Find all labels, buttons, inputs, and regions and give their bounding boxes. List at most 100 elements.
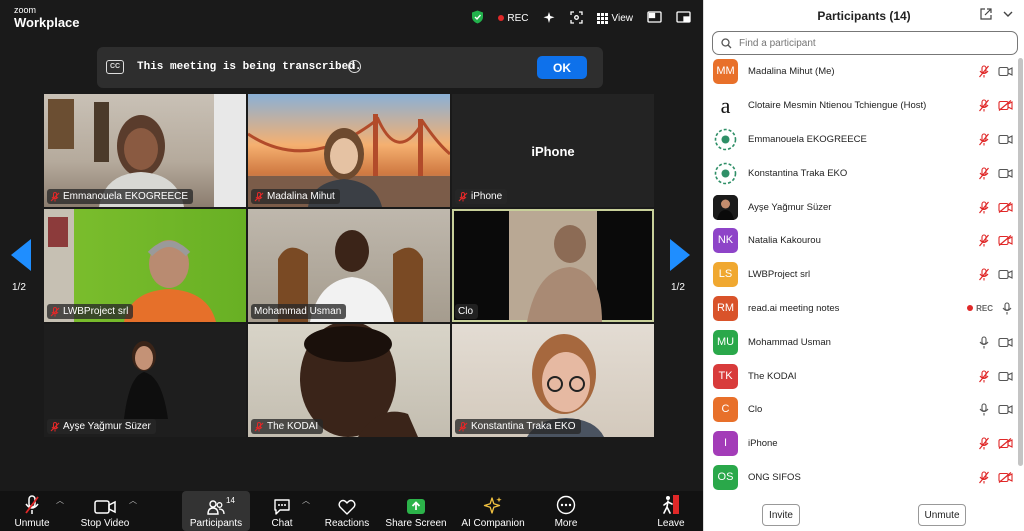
participant-list-scrollbar[interactable]: [1018, 58, 1023, 466]
top-bar: zoom Workplace REC View: [0, 0, 703, 38]
logo-bottom: Workplace: [14, 15, 80, 30]
participant-row[interactable]: Ayşe Yağmur Süzer: [704, 190, 1017, 224]
participant-row[interactable]: TK The KODAI: [704, 359, 1017, 393]
participant-status-icons: [978, 268, 1013, 281]
leave-button[interactable]: Leave: [654, 491, 688, 531]
video-off-icon: [998, 100, 1013, 112]
tile-name: Clo: [458, 306, 474, 317]
video-tile[interactable]: Emmanouela EKOGREECE: [44, 94, 246, 207]
participant-row[interactable]: MU Mohammad Usman: [704, 325, 1017, 359]
video-tile[interactable]: Mohammad Usman: [248, 209, 450, 322]
sparkle-icon[interactable]: [543, 11, 556, 27]
participant-row[interactable]: Emmanouela EKOGREECE: [704, 123, 1017, 157]
video-tile[interactable]: The KODAI: [248, 324, 450, 437]
participant-avatar: C: [713, 397, 738, 423]
participant-status-icons: [978, 336, 1013, 349]
chat-options-chevron-icon[interactable]: ︿: [300, 491, 312, 505]
tile-name: Madalina Mihut: [267, 191, 335, 202]
participant-name: Ayşe Yağmur Süzer: [748, 201, 832, 213]
tile-name-badge: iPhone: [455, 189, 508, 204]
participant-status-icons: [978, 234, 1013, 247]
participant-avatar: [713, 160, 738, 186]
minimize-window-icon[interactable]: [676, 11, 691, 26]
participant-row[interactable]: a Clotaire Mesmin Ntienou Tchiengue (Host…: [704, 89, 1017, 123]
video-tile[interactable]: Ayşe Yağmur Süzer: [44, 324, 246, 437]
tile-name-badge: The KODAI: [251, 419, 324, 434]
video-tile-active-speaker[interactable]: Clo: [452, 209, 654, 322]
next-page-arrow-icon[interactable]: [669, 238, 691, 272]
participant-status-icons: [978, 99, 1013, 112]
participant-avatar: MM: [713, 59, 738, 85]
chevron-down-icon[interactable]: [1002, 7, 1014, 25]
reactions-button[interactable]: Reactions: [322, 491, 372, 531]
rec-label: REC: [507, 13, 529, 24]
participant-search-input[interactable]: [739, 37, 999, 49]
rec-dot-icon: [498, 15, 505, 22]
participant-name: Konstantina Traka EKO: [748, 167, 848, 179]
muted-mic-icon: [979, 65, 989, 78]
video-camera-icon: [998, 405, 1013, 415]
unmute-button[interactable]: Unmute: [8, 491, 56, 531]
rec-label: REC: [976, 303, 993, 313]
muted-mic-icon: [254, 421, 264, 431]
muted-mic-icon: [50, 306, 60, 316]
unmute-all-button[interactable]: Unmute: [918, 504, 966, 526]
leave-door-icon: [663, 495, 679, 514]
video-options-chevron-icon[interactable]: ︿: [127, 491, 139, 505]
transcription-banner: CC This meeting is being transcribed. i …: [97, 47, 603, 88]
participant-avatar: I: [713, 431, 738, 457]
participant-status-icons: [978, 471, 1013, 484]
participant-row[interactable]: NK Natalia Kakourou: [704, 224, 1017, 258]
video-tile[interactable]: Konstantina Traka EKO: [452, 324, 654, 437]
chat-button[interactable]: Chat: [262, 491, 302, 531]
ai-companion-button[interactable]: AI Companion: [460, 491, 526, 531]
participants-button[interactable]: 14 Participants: [182, 491, 250, 531]
participant-row[interactable]: LS LWBProject srl: [704, 258, 1017, 292]
recording-indicator[interactable]: REC: [498, 13, 529, 24]
video-off-icon: [998, 438, 1013, 450]
participant-name: iPhone: [748, 438, 778, 450]
view-button[interactable]: View: [596, 13, 633, 24]
share-screen-button[interactable]: Share Screen: [384, 491, 448, 531]
participant-avatar: NK: [713, 228, 738, 254]
chat-bubble-icon: [274, 499, 290, 515]
video-off-icon: [998, 235, 1013, 247]
video-tile[interactable]: Madalina Mihut: [248, 94, 450, 207]
participant-name: Natalia Kakourou: [748, 235, 821, 247]
stop-video-label: Stop Video: [80, 518, 130, 529]
participant-row[interactable]: IiPhone: [704, 427, 1017, 461]
video-tile[interactable]: LWBProject srl: [44, 209, 246, 322]
participant-row[interactable]: OS ONG SIFOS: [704, 461, 1017, 495]
mic-icon: [979, 403, 989, 416]
share-screen-icon: [407, 499, 425, 514]
info-icon[interactable]: i: [348, 60, 361, 73]
video-tile[interactable]: iPhone iPhone: [452, 94, 654, 207]
grid-icon: [596, 13, 608, 24]
previous-page-arrow-icon[interactable]: [10, 238, 32, 272]
participant-row[interactable]: C Clo: [704, 393, 1017, 427]
letter-a-logo-icon: a: [721, 93, 731, 118]
picture-in-picture-icon[interactable]: [647, 11, 662, 26]
participant-status-icons: [978, 201, 1013, 214]
tile-name-badge: Mohammad Usman: [251, 304, 347, 319]
ok-button[interactable]: OK: [537, 56, 587, 79]
pop-out-icon[interactable]: [980, 7, 992, 25]
page-indicator-left: 1/2: [12, 282, 26, 293]
chat-label: Chat: [271, 518, 293, 529]
invite-button[interactable]: Invite: [762, 504, 800, 526]
focus-frame-icon[interactable]: [569, 10, 583, 27]
participant-row[interactable]: MM Madalina Mihut (Me): [704, 55, 1017, 89]
participant-row[interactable]: Konstantina Traka EKO: [704, 156, 1017, 190]
unmute-label: Unmute: [14, 518, 50, 529]
participant-avatar: LS: [713, 262, 738, 288]
audio-options-chevron-icon[interactable]: ︿: [54, 491, 66, 505]
video-feed-shape: [509, 211, 602, 322]
tile-name: Emmanouela EKOGREECE: [63, 191, 189, 202]
participant-row[interactable]: RM read.ai meeting notes REC: [704, 292, 1017, 326]
video-camera-icon: [94, 500, 116, 514]
more-button[interactable]: More: [548, 491, 584, 531]
tile-name-badge: Madalina Mihut: [251, 189, 340, 204]
participant-search-box[interactable]: [712, 31, 1018, 55]
shield-icon[interactable]: [471, 10, 484, 27]
tile-name: Konstantina Traka EKO: [471, 421, 576, 432]
